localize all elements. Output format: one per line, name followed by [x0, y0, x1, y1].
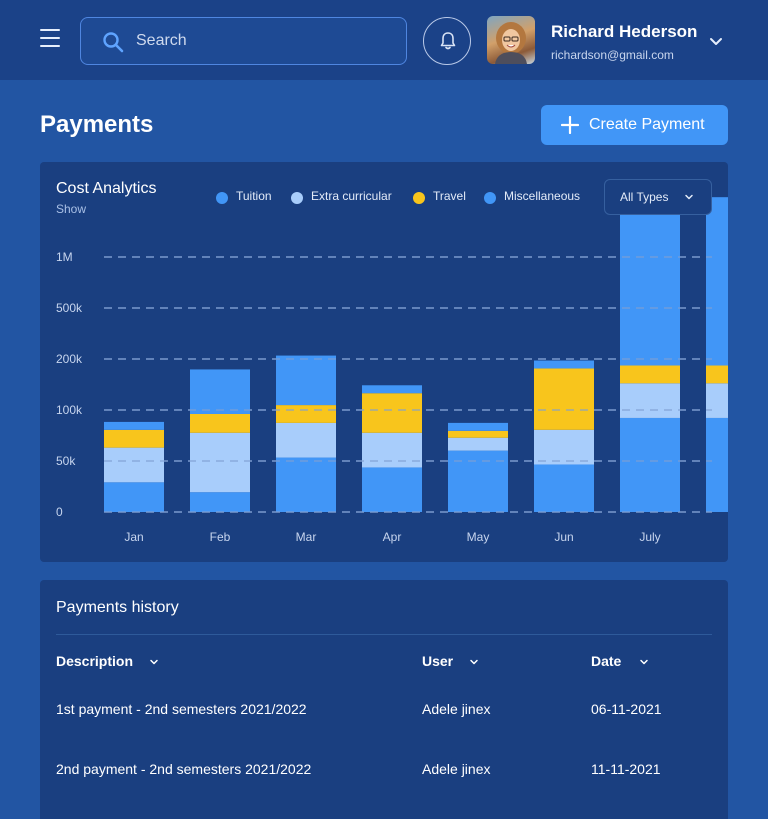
bar-segment-extra-curricular [620, 383, 680, 418]
bar-segment-extra-curricular [276, 422, 336, 458]
y-tick-label: 100k [56, 403, 83, 417]
x-tick-label: Feb [210, 530, 231, 544]
bar-segment-miscellaneous [620, 197, 680, 366]
chart-title: Cost Analytics [56, 180, 157, 197]
column-header-description-label: Description [56, 653, 134, 669]
user-name: Richard Hederson [551, 22, 698, 41]
legend-tuition: Tuition [236, 189, 272, 203]
user-avatar[interactable] [487, 16, 535, 64]
legend-dot-travel [413, 192, 425, 204]
bar-segment-tuition [620, 417, 680, 512]
history-title: Payments history [56, 599, 179, 616]
bar-segment-miscellaneous [362, 385, 422, 394]
bar-segment-extra-curricular [190, 432, 250, 493]
chevron-down-icon [150, 659, 158, 665]
legend-dot-miscellaneous [484, 192, 496, 204]
bar-segment-tuition [276, 457, 336, 512]
x-tick-label: Jan [124, 530, 143, 544]
bar-segment-tuition [448, 450, 508, 512]
divider [56, 634, 712, 635]
bar-segment-travel [534, 368, 594, 430]
bar-segment-travel [104, 429, 164, 448]
column-header-description[interactable]: Description [56, 653, 158, 669]
chevron-down-icon[interactable] [707, 32, 725, 50]
y-tick-label: 0 [56, 505, 63, 519]
column-header-user-label: User [422, 653, 454, 669]
search-input[interactable] [136, 18, 396, 64]
create-payment-label: Create Payment [589, 116, 705, 133]
bar-segment-travel [276, 405, 336, 423]
bar-segment-travel [620, 365, 680, 384]
bar-segment-extra-curricular [104, 447, 164, 483]
hamburger-menu-icon[interactable] [40, 29, 64, 51]
type-filter-select[interactable]: All Types [604, 179, 712, 215]
chevron-down-icon [685, 194, 693, 200]
user-email: richardson@gmail.com [551, 48, 674, 62]
bar-segment-extra-curricular [706, 383, 728, 418]
bar-segment-miscellaneous [534, 360, 594, 369]
bell-icon [440, 32, 456, 50]
avatar-portrait-icon [495, 22, 527, 64]
bar-segment-miscellaneous [448, 422, 508, 431]
cost-analytics-chart: 1M 500k 200k 100k 50k 0 Jan Feb Mar Apr May Jun July [56, 197, 728, 544]
bar-segment-travel [706, 365, 728, 384]
y-tick-label: 200k [56, 352, 83, 366]
chevron-down-icon [640, 659, 648, 665]
column-header-date[interactable]: Date [591, 653, 648, 669]
bar-segment-extra-curricular [448, 437, 508, 451]
row-description: 1st payment - 2nd semesters 2021/2022 [56, 701, 307, 717]
bar-segment-extra-curricular [362, 432, 422, 468]
chevron-down-icon [470, 659, 478, 665]
type-filter-value: All Types [620, 190, 669, 204]
x-tick-label: Apr [383, 530, 402, 544]
row-date: 11-11-2021 [591, 761, 661, 777]
bar-segment-travel [190, 413, 250, 433]
bar-segment-extra-curricular [534, 429, 594, 465]
create-payment-button[interactable]: Create Payment [541, 105, 728, 145]
legend-dot-extra-curricular [291, 192, 303, 204]
bar-segment-miscellaneous [104, 421, 164, 430]
bar-segment-travel [362, 393, 422, 433]
x-tick-label: May [467, 530, 490, 544]
top-bar: Richard Hederson richardson@gmail.com [0, 0, 768, 80]
plus-icon [561, 116, 579, 134]
row-user: Adele jinex [422, 701, 491, 717]
bar-segment-miscellaneous [276, 355, 336, 406]
bar-segment-tuition [534, 464, 594, 512]
cost-analytics-card: 1M 500k 200k 100k 50k 0 Jan Feb Mar Apr May Jun July… [40, 162, 728, 562]
legend-extra-curricular: Extra curricular [311, 189, 392, 203]
y-tick-label: 1M [56, 250, 73, 264]
x-tick-label: Jun [554, 530, 573, 544]
search-box[interactable] [80, 17, 407, 65]
payments-history-card: Payments history Description User Date 1… [40, 580, 728, 819]
legend-dot-tuition [216, 192, 228, 204]
bar-segment-tuition [362, 467, 422, 512]
column-header-user[interactable]: User [422, 653, 478, 669]
notifications-button[interactable] [423, 17, 471, 65]
bar-segment-tuition [706, 417, 728, 512]
bar-segment-tuition [190, 492, 250, 512]
column-header-date-label: Date [591, 653, 622, 669]
search-icon [103, 32, 124, 53]
legend-travel: Travel [433, 189, 466, 203]
chart-subtitle: Show [56, 202, 87, 216]
row-description: 2nd payment - 2nd semesters 2021/2022 [56, 761, 312, 777]
bar-segment-miscellaneous [706, 197, 728, 366]
bar-segment-tuition [104, 482, 164, 512]
y-tick-label: 500k [56, 301, 83, 315]
page-title: Payments [40, 111, 154, 138]
legend-miscellaneous: Miscellaneous [504, 189, 581, 203]
bar-segment-miscellaneous [190, 369, 250, 414]
row-date: 06-11-2021 [591, 701, 662, 717]
bar-segment-travel [448, 430, 508, 438]
x-tick-label: July [639, 530, 660, 544]
row-user: Adele jinex [422, 761, 491, 777]
y-tick-label: 50k [56, 454, 76, 468]
x-tick-label: Mar [296, 530, 317, 544]
